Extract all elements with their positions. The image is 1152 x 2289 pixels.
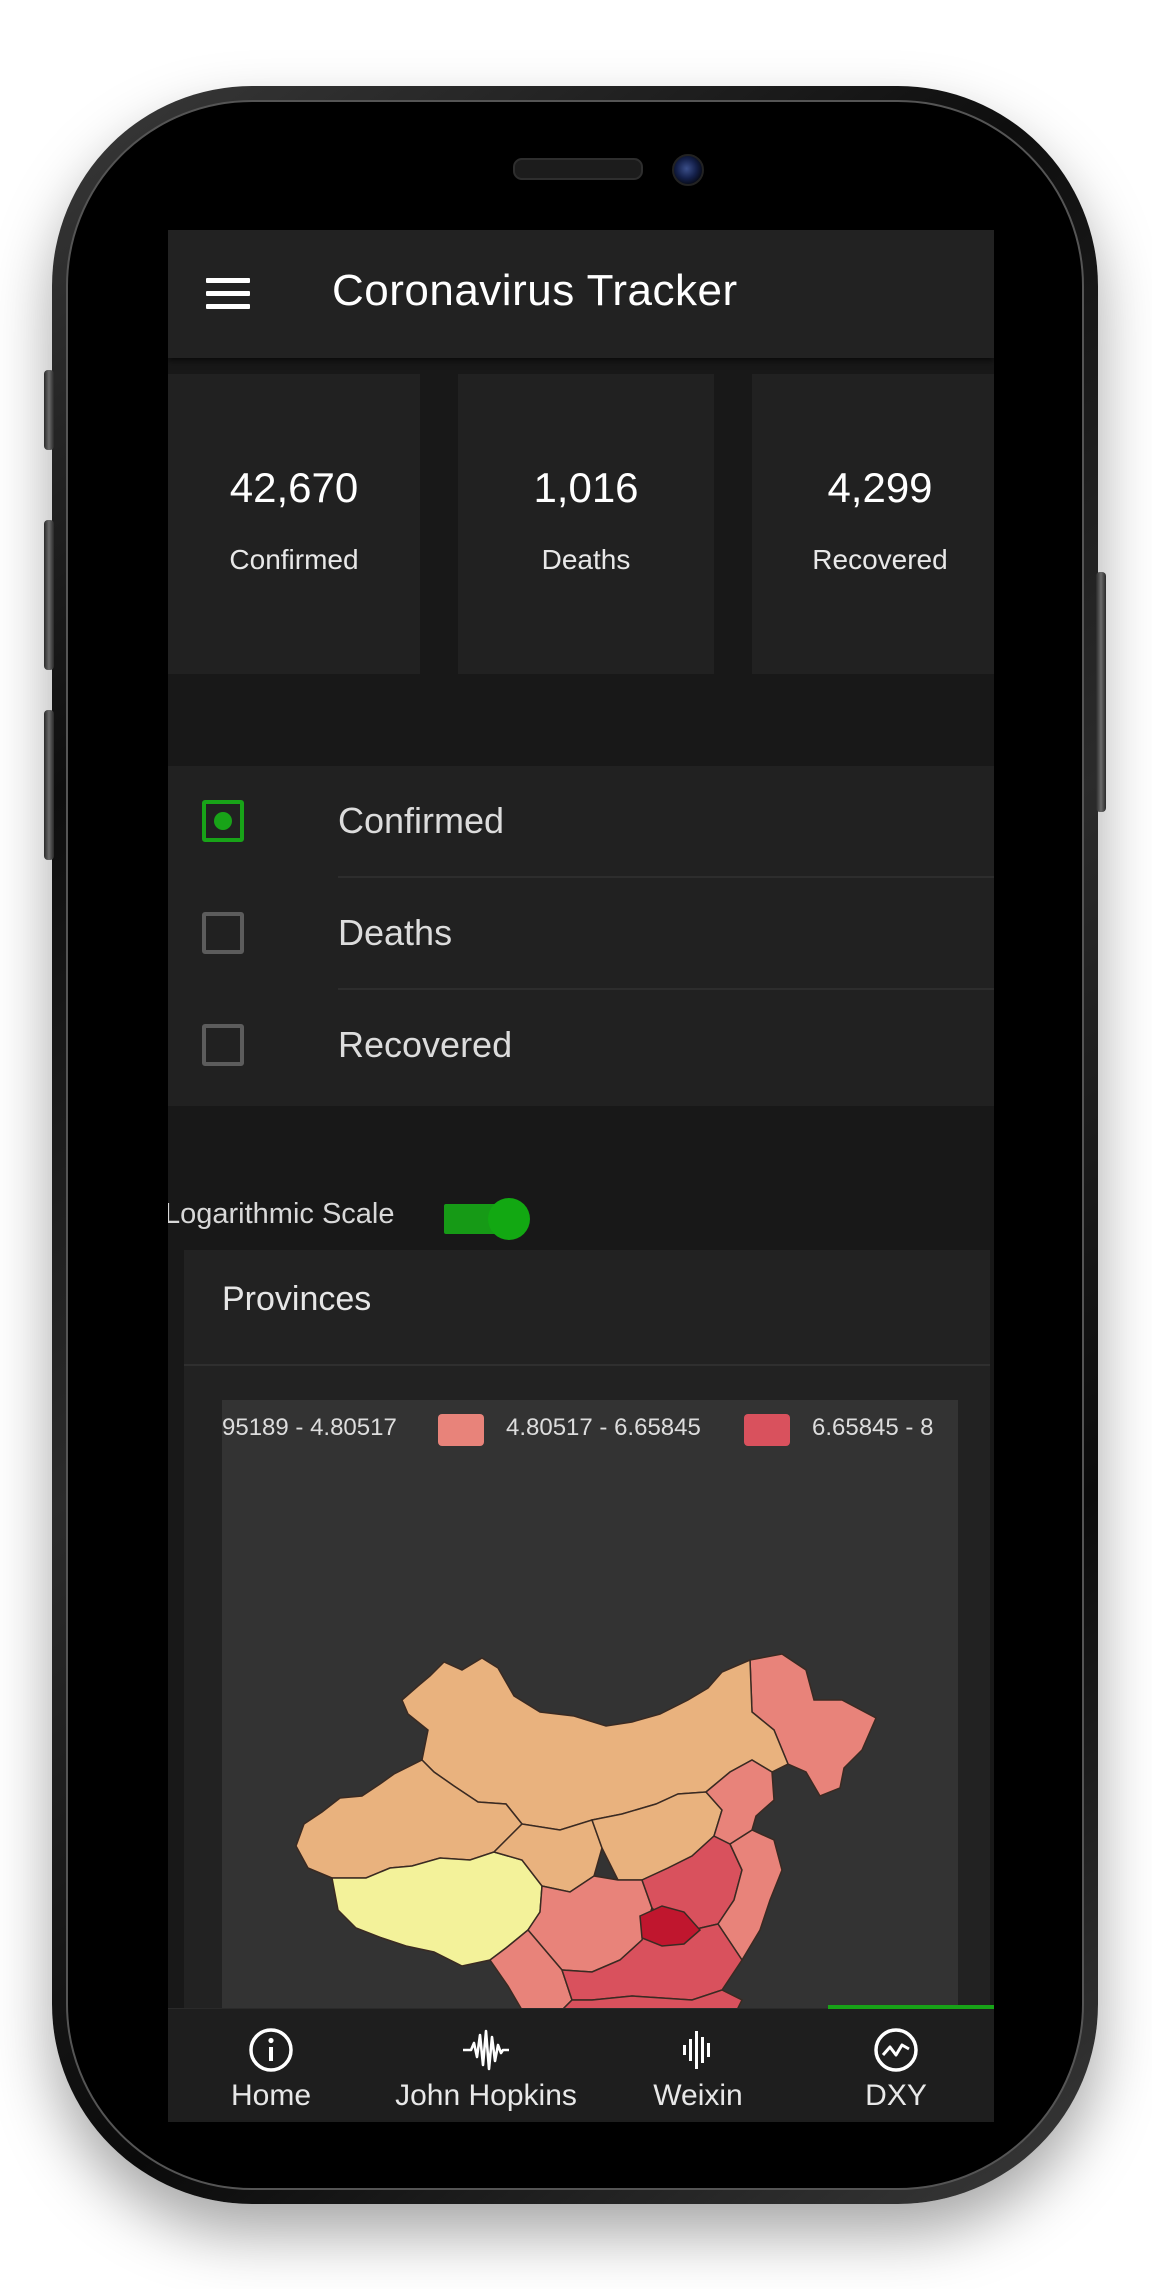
log-scale-row: Logarithmic Scale [168,1188,994,1248]
nav-label: Home [230,2079,312,2112]
power-button [1096,572,1106,812]
hamburger-menu-icon[interactable] [206,278,250,310]
provinces-title: Provinces [222,1280,372,1318]
bottom-navigation: Home John Hopkins Weixin DXY [168,2005,994,2122]
volume-up-button [44,520,54,670]
provinces-card: Provinces 95189 - 4.80517 4.80517 - 6.65… [184,1250,990,2122]
filter-item-recovered[interactable]: Recovered [168,990,994,1102]
filter-label: Deaths [338,912,453,953]
log-scale-toggle[interactable] [444,1198,530,1240]
audio-bars-icon [683,2031,710,2069]
stat-value: 42,670 [229,464,359,511]
app-title: Coronavirus Tracker [332,266,738,315]
filter-item-confirmed[interactable]: Confirmed [168,766,994,878]
stat-label: Recovered [812,544,948,575]
mute-switch [44,370,54,450]
stat-label: Confirmed [229,544,359,575]
volume-down-button [44,710,54,860]
filter-label: Recovered [338,1024,513,1065]
info-circle-icon [249,2028,293,2072]
filter-item-deaths[interactable]: Deaths [168,878,994,990]
divider [184,1364,990,1366]
app-screen: Coronavirus Tracker 42,670 Confirmed 1,0… [168,230,994,2122]
series-filter-panel: Confirmed Deaths Recovered [168,766,994,1106]
front-camera-icon [672,154,704,186]
stat-card-recovered: 4,299 Recovered [752,374,994,674]
toggle-thumb [488,1198,530,1240]
nav-label: Weixin [653,2079,743,2112]
trend-circle-icon [874,2028,918,2072]
app-bar: Coronavirus Tracker [168,230,994,358]
nav-label: DXY [865,2079,927,2112]
nav-item-john-hopkins[interactable]: John Hopkins [374,2009,598,2122]
nav-item-dxy[interactable]: DXY [798,2009,994,2122]
nav-item-weixin[interactable]: Weixin [598,2009,798,2122]
checkbox-recovered[interactable] [202,1024,244,1066]
stat-value: 4,299 [827,464,933,511]
stat-label: Deaths [541,544,631,575]
checkbox-confirmed[interactable] [202,800,244,842]
stat-card-deaths: 1,016 Deaths [458,374,714,674]
waveform-icon [463,2029,509,2071]
log-scale-label: Logarithmic Scale [168,1198,395,1230]
nav-label: John Hopkins [395,2079,577,2112]
stats-row: 42,670 Confirmed 1,016 Deaths 4,299 Reco… [168,374,994,674]
checkbox-deaths[interactable] [202,912,244,954]
filter-label: Confirmed [338,800,505,841]
stat-value: 1,016 [533,464,639,511]
nav-item-home[interactable]: Home [168,2009,374,2122]
stat-card-confirmed: 42,670 Confirmed [168,374,420,674]
earpiece-speaker [513,158,643,180]
